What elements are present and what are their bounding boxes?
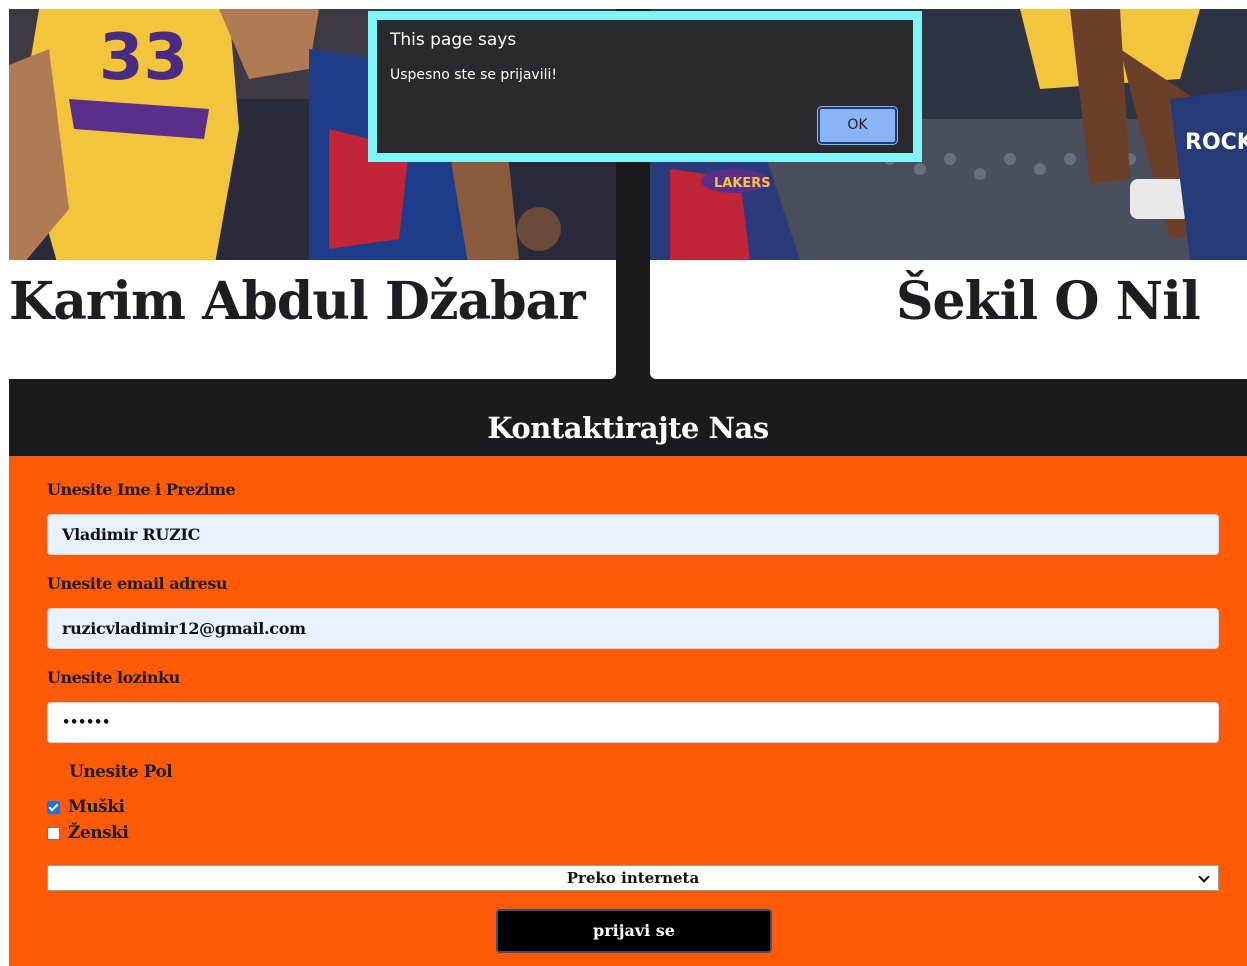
password-label: Unesite lozinku bbox=[47, 668, 180, 687]
checkbox-unchecked[interactable] bbox=[47, 826, 60, 840]
gender-option-label: Ženski bbox=[68, 823, 129, 843]
gender-option-female[interactable]: Ženski bbox=[47, 823, 129, 843]
contact-title: Kontaktirajte Nas bbox=[487, 411, 769, 445]
svg-text:33: 33 bbox=[99, 21, 188, 95]
source-select-value: Preko interneta bbox=[566, 869, 700, 887]
gender-option-male[interactable]: Muški bbox=[47, 797, 125, 817]
submit-button[interactable]: prijavi se bbox=[496, 909, 772, 953]
gender-label: Unesite Pol bbox=[69, 762, 173, 782]
ok-button[interactable]: OK bbox=[817, 106, 898, 145]
player-name: Šekil O Nil bbox=[896, 271, 1201, 332]
gender-option-label: Muški bbox=[68, 797, 125, 817]
player-name: Karim Abdul Džabar bbox=[9, 271, 586, 332]
contact-form: Unesite Ime i Prezime Vladimir RUZIC Une… bbox=[9, 456, 1247, 966]
alert-dialog: This page says Uspesno ste se prijavili!… bbox=[368, 11, 922, 162]
svg-text:LAKERS: LAKERS bbox=[714, 176, 771, 191]
dialog-message: Uspesno ste se prijavili! bbox=[390, 67, 557, 83]
email-label: Unesite email adresu bbox=[47, 574, 228, 593]
email-input[interactable]: ruzicvladimir12@gmail.com bbox=[47, 608, 1219, 649]
svg-text:ROCKE: ROCKE bbox=[1185, 130, 1247, 155]
name-label: Unesite Ime i Prezime bbox=[47, 480, 236, 499]
name-input[interactable]: Vladimir RUZIC bbox=[47, 514, 1219, 555]
password-input[interactable]: •••••• bbox=[47, 702, 1219, 743]
source-select[interactable]: Preko interneta bbox=[47, 865, 1219, 891]
dialog-title: This page says bbox=[390, 30, 517, 50]
contact-header: Kontaktirajte Nas bbox=[9, 379, 1247, 456]
checkbox-checked[interactable] bbox=[47, 800, 60, 814]
